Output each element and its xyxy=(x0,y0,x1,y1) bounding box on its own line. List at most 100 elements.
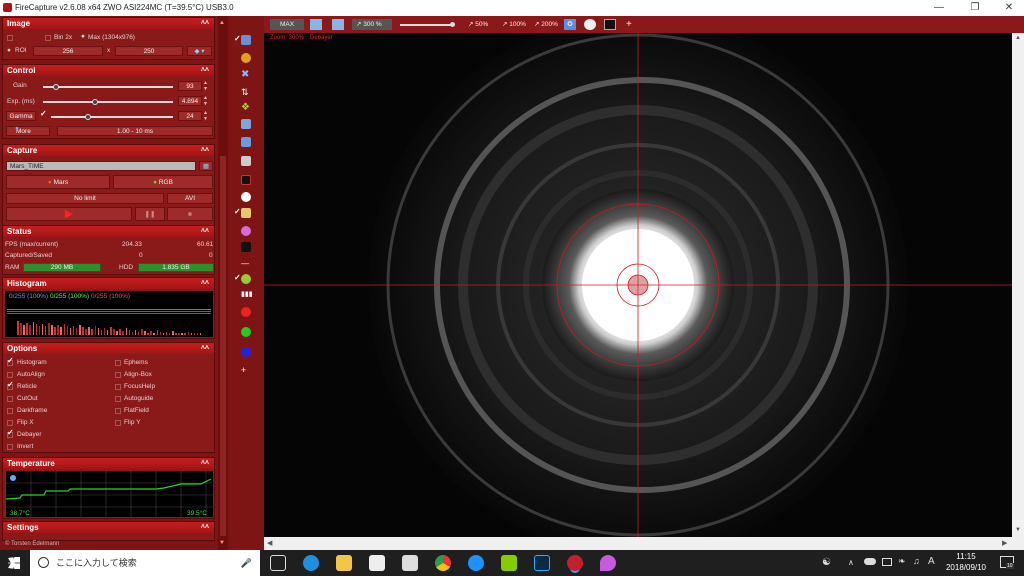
search-box[interactable]: ここに入力して検索 🎤 xyxy=(30,550,260,576)
gain-value[interactable]: 93 xyxy=(178,81,202,91)
bin-unused-checkbox[interactable] xyxy=(7,35,13,41)
zoom-select[interactable]: ↗ 300 % xyxy=(352,19,392,30)
onedrive-icon[interactable] xyxy=(864,558,876,565)
option-checkbox[interactable] xyxy=(7,408,13,414)
snapshot-button[interactable] xyxy=(241,192,251,202)
option-checkbox[interactable] xyxy=(7,444,13,450)
zoom-slider[interactable] xyxy=(400,19,456,30)
folder-button[interactable] xyxy=(241,137,251,147)
folder-icon[interactable]: ▦ xyxy=(199,161,213,171)
more-button[interactable]: More xyxy=(6,126,50,136)
start-capture-button[interactable]: ▶ xyxy=(6,207,132,221)
file-explorer-icon[interactable] xyxy=(336,555,352,571)
ime-indicator[interactable]: A xyxy=(928,556,935,567)
strip-button[interactable]: ▮▮▮ xyxy=(241,290,253,300)
store-icon[interactable] xyxy=(369,555,385,571)
roi-options-button[interactable]: ◆ ▾ xyxy=(187,46,212,56)
network-icon[interactable] xyxy=(882,558,892,566)
target-button[interactable]: ● Mars xyxy=(6,175,110,189)
color-wheel-button[interactable] xyxy=(241,226,251,236)
panel-scroll-thumb[interactable] xyxy=(220,156,226,536)
gamma-slider[interactable] xyxy=(51,114,173,120)
stop-button[interactable]: ■ xyxy=(167,207,213,221)
option-checkbox[interactable] xyxy=(7,372,13,378)
roi-height-input[interactable]: 250 xyxy=(115,46,183,56)
add-tool-button[interactable]: + xyxy=(626,19,632,30)
tools-button[interactable]: ✖ xyxy=(241,70,251,80)
screen-icon[interactable] xyxy=(332,19,344,30)
option-checkbox[interactable]: ✓ xyxy=(7,356,14,366)
format-select[interactable]: AVI xyxy=(167,193,213,204)
option-checkbox[interactable] xyxy=(115,360,121,366)
color-mode-button[interactable]: ● RGB xyxy=(113,175,213,189)
dark-button[interactable] xyxy=(241,242,251,252)
app-green-icon[interactable] xyxy=(501,555,517,571)
temperature-section-header[interactable]: Temperature ˄˄ xyxy=(3,458,214,469)
settings-section-header[interactable]: Settings ˄˄ xyxy=(3,522,214,533)
pause-button[interactable]: ❚❚ xyxy=(135,207,165,221)
zoom-50-button[interactable]: ↗ 50% xyxy=(468,19,488,30)
record-button[interactable] xyxy=(241,175,251,185)
edge-icon[interactable] xyxy=(303,555,319,571)
roi-radio-icon[interactable]: ● xyxy=(7,47,11,54)
firecapture-taskbar-icon[interactable] xyxy=(567,555,583,571)
max-button[interactable]: MAX xyxy=(270,19,304,30)
option-checkbox[interactable]: ✓ xyxy=(7,380,14,390)
option-checkbox[interactable] xyxy=(115,372,121,378)
scroll-down-icon[interactable]: ▼ xyxy=(1015,527,1021,533)
chrome-icon[interactable] xyxy=(435,555,451,571)
camera-view[interactable]: Zoom: 300% Debayer xyxy=(264,33,1012,537)
focus-button[interactable]: ⇅ xyxy=(241,87,251,97)
start-icon[interactable] xyxy=(8,557,20,569)
filename-input[interactable]: Mars_TIME xyxy=(6,161,196,171)
scroll-right-icon[interactable]: ▶ xyxy=(1002,539,1007,547)
mail-icon[interactable] xyxy=(402,555,418,571)
scroll-down-icon[interactable]: ▼ xyxy=(219,540,225,546)
options-section-header[interactable]: Options ˄˄ xyxy=(3,343,214,354)
green-channel-button[interactable] xyxy=(241,327,251,337)
exposure-value[interactable]: 4.894 xyxy=(178,96,202,106)
exposure-slider-knob[interactable] xyxy=(92,99,98,105)
runner-icon[interactable]: ✪ xyxy=(564,19,576,30)
wifi-icon[interactable]: ❧ xyxy=(898,556,906,567)
console-icon[interactable] xyxy=(604,19,616,30)
people-icon[interactable]: ☯ xyxy=(822,557,831,568)
settings-icon[interactable] xyxy=(584,19,596,30)
line-button[interactable]: — xyxy=(241,259,251,269)
planet-button[interactable] xyxy=(241,53,251,63)
option-checkbox[interactable] xyxy=(7,420,13,426)
gamma-slider-knob[interactable] xyxy=(84,114,91,120)
maximize-button[interactable]: ❐ xyxy=(958,0,992,16)
exposure-slider[interactable] xyxy=(43,99,173,105)
photoshop-icon[interactable] xyxy=(534,555,550,571)
close-button[interactable]: ✕ xyxy=(992,0,1024,16)
tray-expand-icon[interactable]: ∧ xyxy=(848,558,854,567)
image-section-header[interactable]: Image ˄˄ xyxy=(3,18,214,29)
bin-checkbox[interactable] xyxy=(45,35,51,41)
volume-icon[interactable]: ♫ xyxy=(913,556,920,566)
status-section-header[interactable]: Status ˄˄ xyxy=(3,226,214,237)
zoom-200-button[interactable]: ↗ 200% xyxy=(534,19,558,30)
scroll-left-icon[interactable]: ◀ xyxy=(267,539,272,547)
option-checkbox[interactable]: ✓ xyxy=(7,428,14,438)
gamma-value[interactable]: 24 xyxy=(178,111,202,121)
zoom-100-button[interactable]: ↗ 100% xyxy=(502,19,526,30)
roi-width-input[interactable]: 256 xyxy=(33,46,103,56)
microphone-icon[interactable]: 🎤 xyxy=(241,550,252,576)
control-section-header[interactable]: Control ˄˄ xyxy=(3,65,214,76)
panel-scrollbar[interactable]: ▲ ▼ xyxy=(218,16,228,550)
green-dot-button[interactable] xyxy=(241,274,251,284)
option-checkbox[interactable] xyxy=(115,384,121,390)
grid-button[interactable] xyxy=(241,208,251,218)
option-checkbox[interactable] xyxy=(115,396,121,402)
app-pink-icon[interactable] xyxy=(600,555,616,571)
clock-date[interactable]: 2018/09/10 xyxy=(940,563,992,572)
scroll-up-icon[interactable]: ▲ xyxy=(1015,35,1021,41)
clock-time[interactable]: 11:15 xyxy=(944,552,988,561)
red-channel-button[interactable] xyxy=(241,307,251,317)
task-view-icon[interactable] xyxy=(270,555,286,571)
capture-limit[interactable]: No limit xyxy=(6,193,164,204)
gain-slider-knob[interactable] xyxy=(53,84,59,90)
book-button[interactable] xyxy=(241,119,251,129)
align-button[interactable]: ❖ xyxy=(241,103,251,113)
